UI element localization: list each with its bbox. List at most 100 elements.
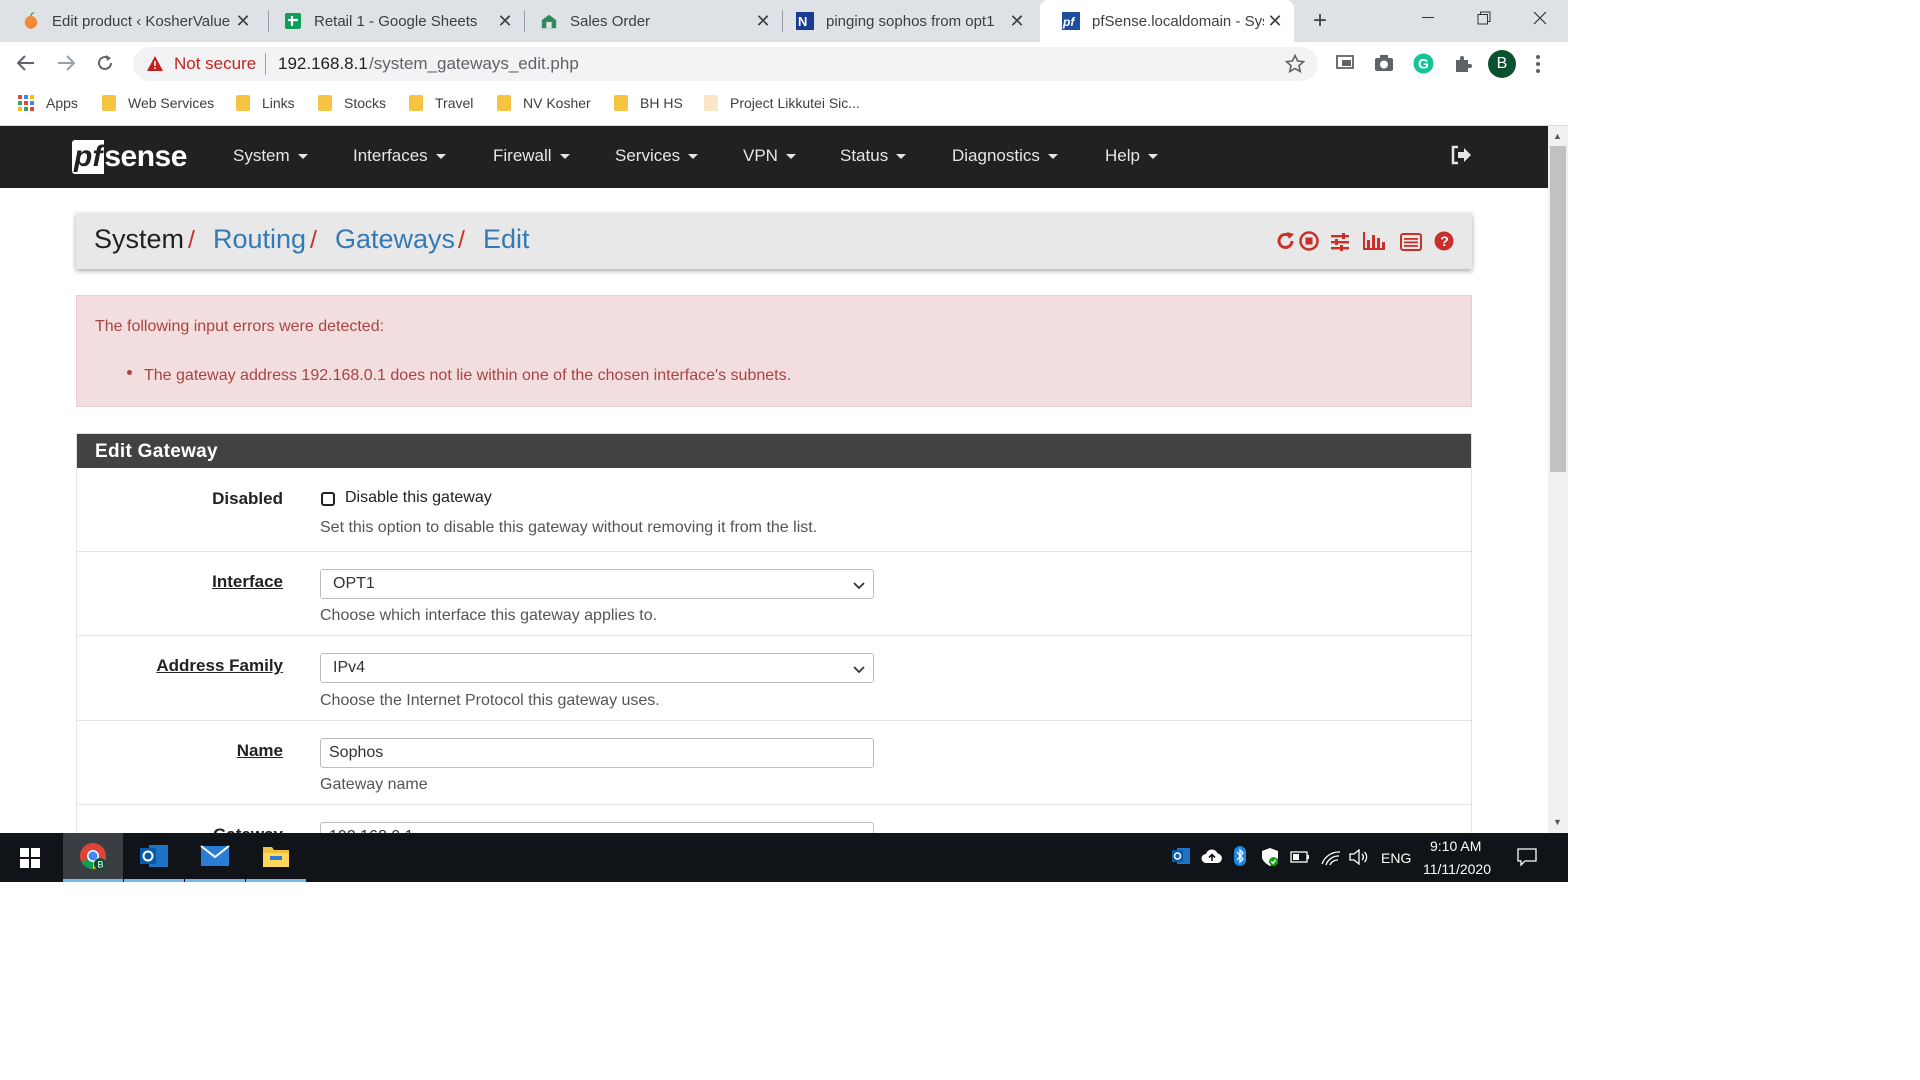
restart-service-icon[interactable] xyxy=(1276,231,1296,256)
close-icon[interactable]: ✕ xyxy=(232,10,254,32)
cloud-upload-icon[interactable] xyxy=(1201,849,1223,864)
pfsense-logo[interactable]: pf sense xyxy=(72,140,187,174)
help-question-icon[interactable]: ? xyxy=(1434,231,1454,256)
address-family-select-value: IPv4 xyxy=(333,659,366,676)
sliders-icon[interactable] xyxy=(1330,232,1350,257)
star-icon[interactable] xyxy=(1284,53,1306,79)
menu-services[interactable]: Services xyxy=(615,146,699,166)
log-list-icon[interactable] xyxy=(1400,233,1422,256)
action-center-icon[interactable] xyxy=(1517,847,1537,867)
tab-netgate-forum[interactable]: N pinging sophos from opt1 ✕ xyxy=(774,0,1036,42)
bar-chart-icon[interactable] xyxy=(1362,231,1386,256)
scroll-up-icon[interactable]: ▲ xyxy=(1553,131,1562,141)
menu-help[interactable]: Help xyxy=(1105,146,1158,166)
caret-down-icon xyxy=(435,153,446,159)
outlook-tray-icon[interactable] xyxy=(1171,847,1191,865)
error-heading: The following input errors were detected… xyxy=(95,318,385,335)
chevron-down-icon xyxy=(853,661,865,679)
volume-icon[interactable] xyxy=(1349,849,1369,865)
minimize-icon[interactable] xyxy=(1400,0,1456,36)
close-icon[interactable]: ✕ xyxy=(494,10,516,32)
name-input[interactable]: Sophos xyxy=(320,738,874,768)
bookmark-bh-hs[interactable]: BH HS xyxy=(614,92,683,114)
security-shield-icon[interactable] xyxy=(1260,847,1280,867)
menu-label: VPN xyxy=(743,146,778,165)
tab-google-sheets[interactable]: Retail 1 - Google Sheets ✕ xyxy=(262,0,524,42)
restore-icon[interactable] xyxy=(1456,0,1512,36)
bookmark-travel[interactable]: Travel xyxy=(409,92,473,114)
page-scrollbar[interactable]: ▲ ▼ xyxy=(1548,126,1568,833)
tab-edit-product[interactable]: Edit product ‹ KosherValue ✕ xyxy=(0,0,262,42)
close-icon[interactable]: ✕ xyxy=(1006,10,1028,32)
bookmark-stocks[interactable]: Stocks xyxy=(318,92,386,114)
bookmark-apps[interactable]: Apps xyxy=(18,92,78,114)
menu-diagnostics[interactable]: Diagnostics xyxy=(952,146,1058,166)
bookmark-nv-kosher[interactable]: NV Kosher xyxy=(497,92,591,114)
scroll-down-icon[interactable]: ▼ xyxy=(1553,817,1562,827)
menu-system[interactable]: System xyxy=(233,146,308,166)
menu-status[interactable]: Status xyxy=(840,146,907,166)
bluetooth-icon[interactable] xyxy=(1234,846,1246,866)
windows-start-icon[interactable] xyxy=(0,833,60,882)
menu-interfaces[interactable]: Interfaces xyxy=(353,146,446,166)
svg-text:G: G xyxy=(1418,56,1429,72)
bullet-icon xyxy=(127,370,132,375)
tab-sales-order[interactable]: Sales Order ✕ xyxy=(518,0,782,42)
profile-avatar[interactable]: B xyxy=(1488,50,1516,78)
breadcrumb-panel: System / Routing / Gateways / Edit ? xyxy=(76,213,1472,269)
breadcrumb-separator: / xyxy=(310,226,317,254)
scrollbar-thumb[interactable] xyxy=(1550,146,1566,472)
address-family-select[interactable]: IPv4 xyxy=(320,653,874,683)
row-divider xyxy=(77,720,1471,721)
pfsense-favicon-icon: pf xyxy=(1062,12,1080,30)
netgate-forum-icon: N xyxy=(796,12,814,30)
disable-gateway-checkbox-label[interactable]: Disable this gateway xyxy=(345,489,492,507)
kebab-menu-icon[interactable] xyxy=(1535,54,1541,79)
new-tab-button[interactable]: + xyxy=(1306,7,1334,34)
menu-label: Diagnostics xyxy=(952,146,1040,165)
address-bar[interactable]: Not secure 192.168.8.1 /system_gateways_… xyxy=(133,47,1318,81)
window-close-icon[interactable] xyxy=(1512,0,1568,36)
reload-icon[interactable] xyxy=(89,48,121,78)
security-status[interactable]: Not secure xyxy=(174,54,256,74)
menu-label: Firewall xyxy=(493,146,552,165)
forward-arrow-icon[interactable] xyxy=(50,48,82,78)
close-icon[interactable]: ✕ xyxy=(752,10,774,32)
mail-taskbar-icon[interactable] xyxy=(185,833,245,882)
close-icon[interactable]: ✕ xyxy=(1264,10,1286,32)
caret-down-icon xyxy=(559,153,570,159)
peach-favicon-icon xyxy=(22,12,40,30)
disable-gateway-checkbox[interactable] xyxy=(321,492,335,506)
clock-date[interactable]: 11/11/2020 xyxy=(1423,861,1491,877)
grammarly-icon[interactable]: G xyxy=(1413,53,1434,79)
tab-title: Sales Order xyxy=(570,12,651,30)
stop-service-icon[interactable] xyxy=(1299,231,1319,256)
menu-label: Services xyxy=(615,146,681,165)
outlook-taskbar-icon[interactable] xyxy=(124,833,184,882)
extensions-puzzle-icon[interactable] xyxy=(1453,54,1473,79)
clock-time[interactable]: 9:10 AM xyxy=(1430,838,1481,854)
bookmark-links[interactable]: Links xyxy=(236,92,295,114)
interface-select[interactable]: OPT1 xyxy=(320,569,874,599)
chevron-down-icon xyxy=(853,577,865,595)
chrome-taskbar-icon[interactable]: B xyxy=(63,833,123,882)
cast-icon[interactable] xyxy=(1335,54,1355,77)
google-sheets-icon xyxy=(284,12,302,30)
breadcrumb-gateways[interactable]: Gateways xyxy=(335,224,455,255)
breadcrumb-edit[interactable]: Edit xyxy=(483,224,530,255)
back-arrow-icon[interactable] xyxy=(10,48,42,78)
sales-order-icon xyxy=(540,12,558,30)
address-family-help: Choose the Internet Protocol this gatewa… xyxy=(320,692,660,709)
breadcrumb-routing[interactable]: Routing xyxy=(213,224,306,255)
language-indicator[interactable]: ENG xyxy=(1381,850,1411,866)
menu-firewall[interactable]: Firewall xyxy=(493,146,570,166)
battery-icon[interactable] xyxy=(1290,851,1310,863)
tab-pfsense[interactable]: pf pfSense.localdomain - System ✕ xyxy=(1040,0,1294,42)
camera-icon[interactable] xyxy=(1374,54,1394,77)
file-explorer-taskbar-icon[interactable] xyxy=(246,833,306,882)
bookmark-project-likkutei[interactable]: Project Likkutei Sic... xyxy=(704,92,860,114)
menu-vpn[interactable]: VPN xyxy=(743,146,796,166)
bookmark-web-services[interactable]: Web Services xyxy=(102,92,214,114)
logout-icon[interactable] xyxy=(1450,145,1472,170)
wifi-icon[interactable] xyxy=(1321,848,1341,866)
